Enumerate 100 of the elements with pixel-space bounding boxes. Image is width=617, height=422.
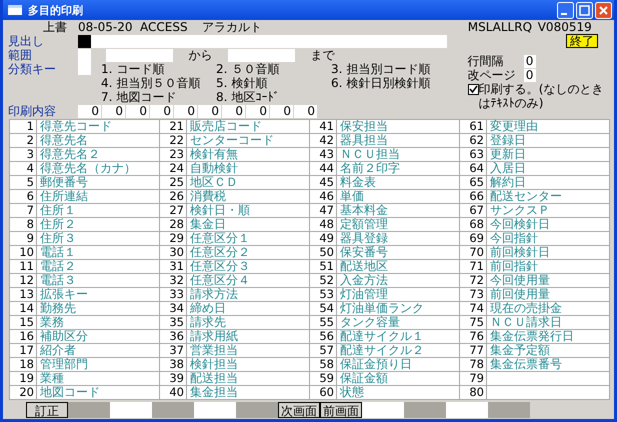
item-label[interactable]: 器具担当 [337, 134, 388, 147]
item-label[interactable]: 状態 [337, 386, 364, 399]
item-label[interactable]: 得意先名（カナ） [37, 162, 136, 175]
item-label[interactable]: 登録日 [487, 134, 526, 147]
page-break-field[interactable]: 0 [524, 68, 536, 82]
item-label[interactable]: 配送地区 [337, 260, 388, 273]
item-label[interactable]: 基本料金 [337, 204, 388, 217]
maximize-icon[interactable] [576, 2, 593, 18]
item-label[interactable]: 消費税 [187, 190, 226, 203]
item-label[interactable]: 営業担当 [187, 344, 238, 357]
heading-field[interactable] [91, 34, 447, 48]
item-label[interactable]: 電話２ [37, 260, 76, 273]
close-icon[interactable] [595, 2, 612, 18]
range-flag-field[interactable] [78, 48, 91, 62]
item-label[interactable]: 任意区分３ [187, 260, 250, 273]
item-label[interactable]: 料金表 [337, 176, 376, 189]
exit-button[interactable]: 終了 [566, 34, 598, 48]
item-label[interactable]: 保安担当 [337, 120, 388, 133]
item-label[interactable]: 器具登録 [337, 232, 388, 245]
item-label[interactable]: 灯油単価ランク [337, 302, 424, 315]
print-content-field[interactable]: 0 [222, 104, 245, 118]
item-label[interactable]: ＮＣＵ請求日 [487, 316, 562, 329]
sort-key-field[interactable] [78, 62, 91, 75]
item-label[interactable]: 請求用紙 [187, 330, 238, 343]
print-content-field[interactable]: 0 [294, 104, 317, 118]
item-label[interactable]: 配送センター [487, 190, 562, 203]
item-label[interactable]: 紹介者 [37, 344, 76, 357]
item-label[interactable]: タンク容量 [337, 316, 400, 329]
item-label[interactable]: 電話３ [37, 274, 76, 287]
item-label[interactable]: 前回指針 [487, 260, 538, 273]
print-content-field[interactable]: 0 [150, 104, 173, 118]
range-to-field[interactable] [228, 48, 295, 62]
item-label[interactable]: 補助区分 [37, 330, 88, 343]
item-label[interactable]: 集金予定額 [487, 344, 550, 357]
item-label[interactable]: 任意区分１ [187, 232, 250, 245]
item-label[interactable]: 締め日 [187, 302, 226, 315]
item-label[interactable]: 今回使用量 [487, 274, 550, 287]
item-label[interactable]: 検針日・順 [187, 204, 250, 217]
item-label[interactable]: 業務 [37, 316, 64, 329]
item-label[interactable]: 今回指針 [487, 232, 538, 245]
range-from-field[interactable] [106, 48, 173, 62]
item-label[interactable]: 管理部門 [37, 358, 88, 371]
item-label[interactable]: 地区ＣＤ [187, 176, 238, 189]
item-label[interactable]: 入居日 [487, 162, 526, 175]
item-label[interactable]: 配達サイクル２ [337, 344, 424, 357]
item-label[interactable]: 定額管理 [337, 218, 388, 231]
print-checkbox[interactable] [468, 84, 479, 95]
item-label[interactable]: 勤務先 [37, 302, 76, 315]
item-label[interactable]: 入金方法 [337, 274, 388, 287]
function-key-button[interactable]: 次画面 [278, 402, 320, 418]
function-key-button[interactable]: 訂正 [26, 402, 68, 418]
print-content-field[interactable]: 0 [102, 104, 125, 118]
item-label[interactable]: 集金担当 [187, 386, 238, 399]
item-label[interactable]: 名前２印字 [337, 162, 400, 175]
item-label[interactable]: 住所連結 [37, 190, 88, 203]
item-label[interactable]: 自動検針 [187, 162, 238, 175]
item-label[interactable]: 得意先コード [37, 120, 112, 133]
item-label[interactable]: 集金日 [187, 218, 226, 231]
item-label[interactable]: 変更理由 [487, 120, 538, 133]
print-content-field[interactable]: 0 [246, 104, 269, 118]
item-label[interactable]: 前回検針日 [487, 246, 550, 259]
item-label[interactable]: 灯油管理 [337, 288, 388, 301]
item-label[interactable]: 請求先 [187, 316, 226, 329]
item-label[interactable]: 住所２ [37, 218, 76, 231]
item-label[interactable]: 得意先名２ [37, 148, 100, 161]
print-content-field[interactable]: 0 [270, 104, 293, 118]
item-label[interactable]: 集金伝票発行日 [487, 330, 574, 343]
item-label[interactable]: 住所１ [37, 204, 76, 217]
item-label[interactable]: 得意先名 [37, 134, 88, 147]
item-label[interactable]: 前回使用量 [487, 288, 550, 301]
item-label[interactable]: 更新日 [487, 148, 526, 161]
item-label[interactable]: 検針担当 [187, 358, 238, 371]
print-content-field[interactable]: 0 [126, 104, 149, 118]
item-label[interactable]: ＮＣＵ担当 [337, 148, 400, 161]
item-label[interactable]: 任意区分４ [187, 274, 250, 287]
item-label[interactable]: サンクスＰ [487, 204, 550, 217]
item-label[interactable]: 業種 [37, 372, 64, 385]
item-label[interactable]: 検針有無 [187, 148, 238, 161]
minimize-icon[interactable] [557, 2, 574, 18]
item-label[interactable]: 集金伝票番号 [487, 358, 562, 371]
item-label[interactable]: 配達サイクル１ [337, 330, 424, 343]
print-content-field[interactable]: 0 [78, 104, 101, 118]
item-label[interactable]: 住所３ [37, 232, 76, 245]
item-label[interactable]: 今回検針日 [487, 218, 550, 231]
line-spacing-field[interactable]: 0 [524, 54, 536, 68]
item-label[interactable]: 配送担当 [187, 372, 238, 385]
print-content-field[interactable]: 0 [174, 104, 197, 118]
item-label[interactable]: 地図コード [37, 386, 100, 399]
item-label[interactable]: 保証金預り日 [337, 358, 412, 371]
function-key-button[interactable]: 前画面 [320, 402, 362, 418]
item-label[interactable]: 保安番号 [337, 246, 388, 259]
print-content-field[interactable]: 0 [198, 104, 221, 118]
item-label[interactable]: 販売店コード [187, 120, 262, 133]
item-label[interactable]: 任意区分２ [187, 246, 250, 259]
item-label[interactable]: 現在の売掛金 [487, 302, 562, 315]
item-label[interactable]: 郵便番号 [37, 176, 88, 189]
item-label[interactable]: 解約日 [487, 176, 526, 189]
item-label[interactable]: センターコード [187, 134, 274, 147]
item-label[interactable]: 電話１ [37, 246, 76, 259]
item-label[interactable]: 拡張キー [37, 288, 88, 301]
